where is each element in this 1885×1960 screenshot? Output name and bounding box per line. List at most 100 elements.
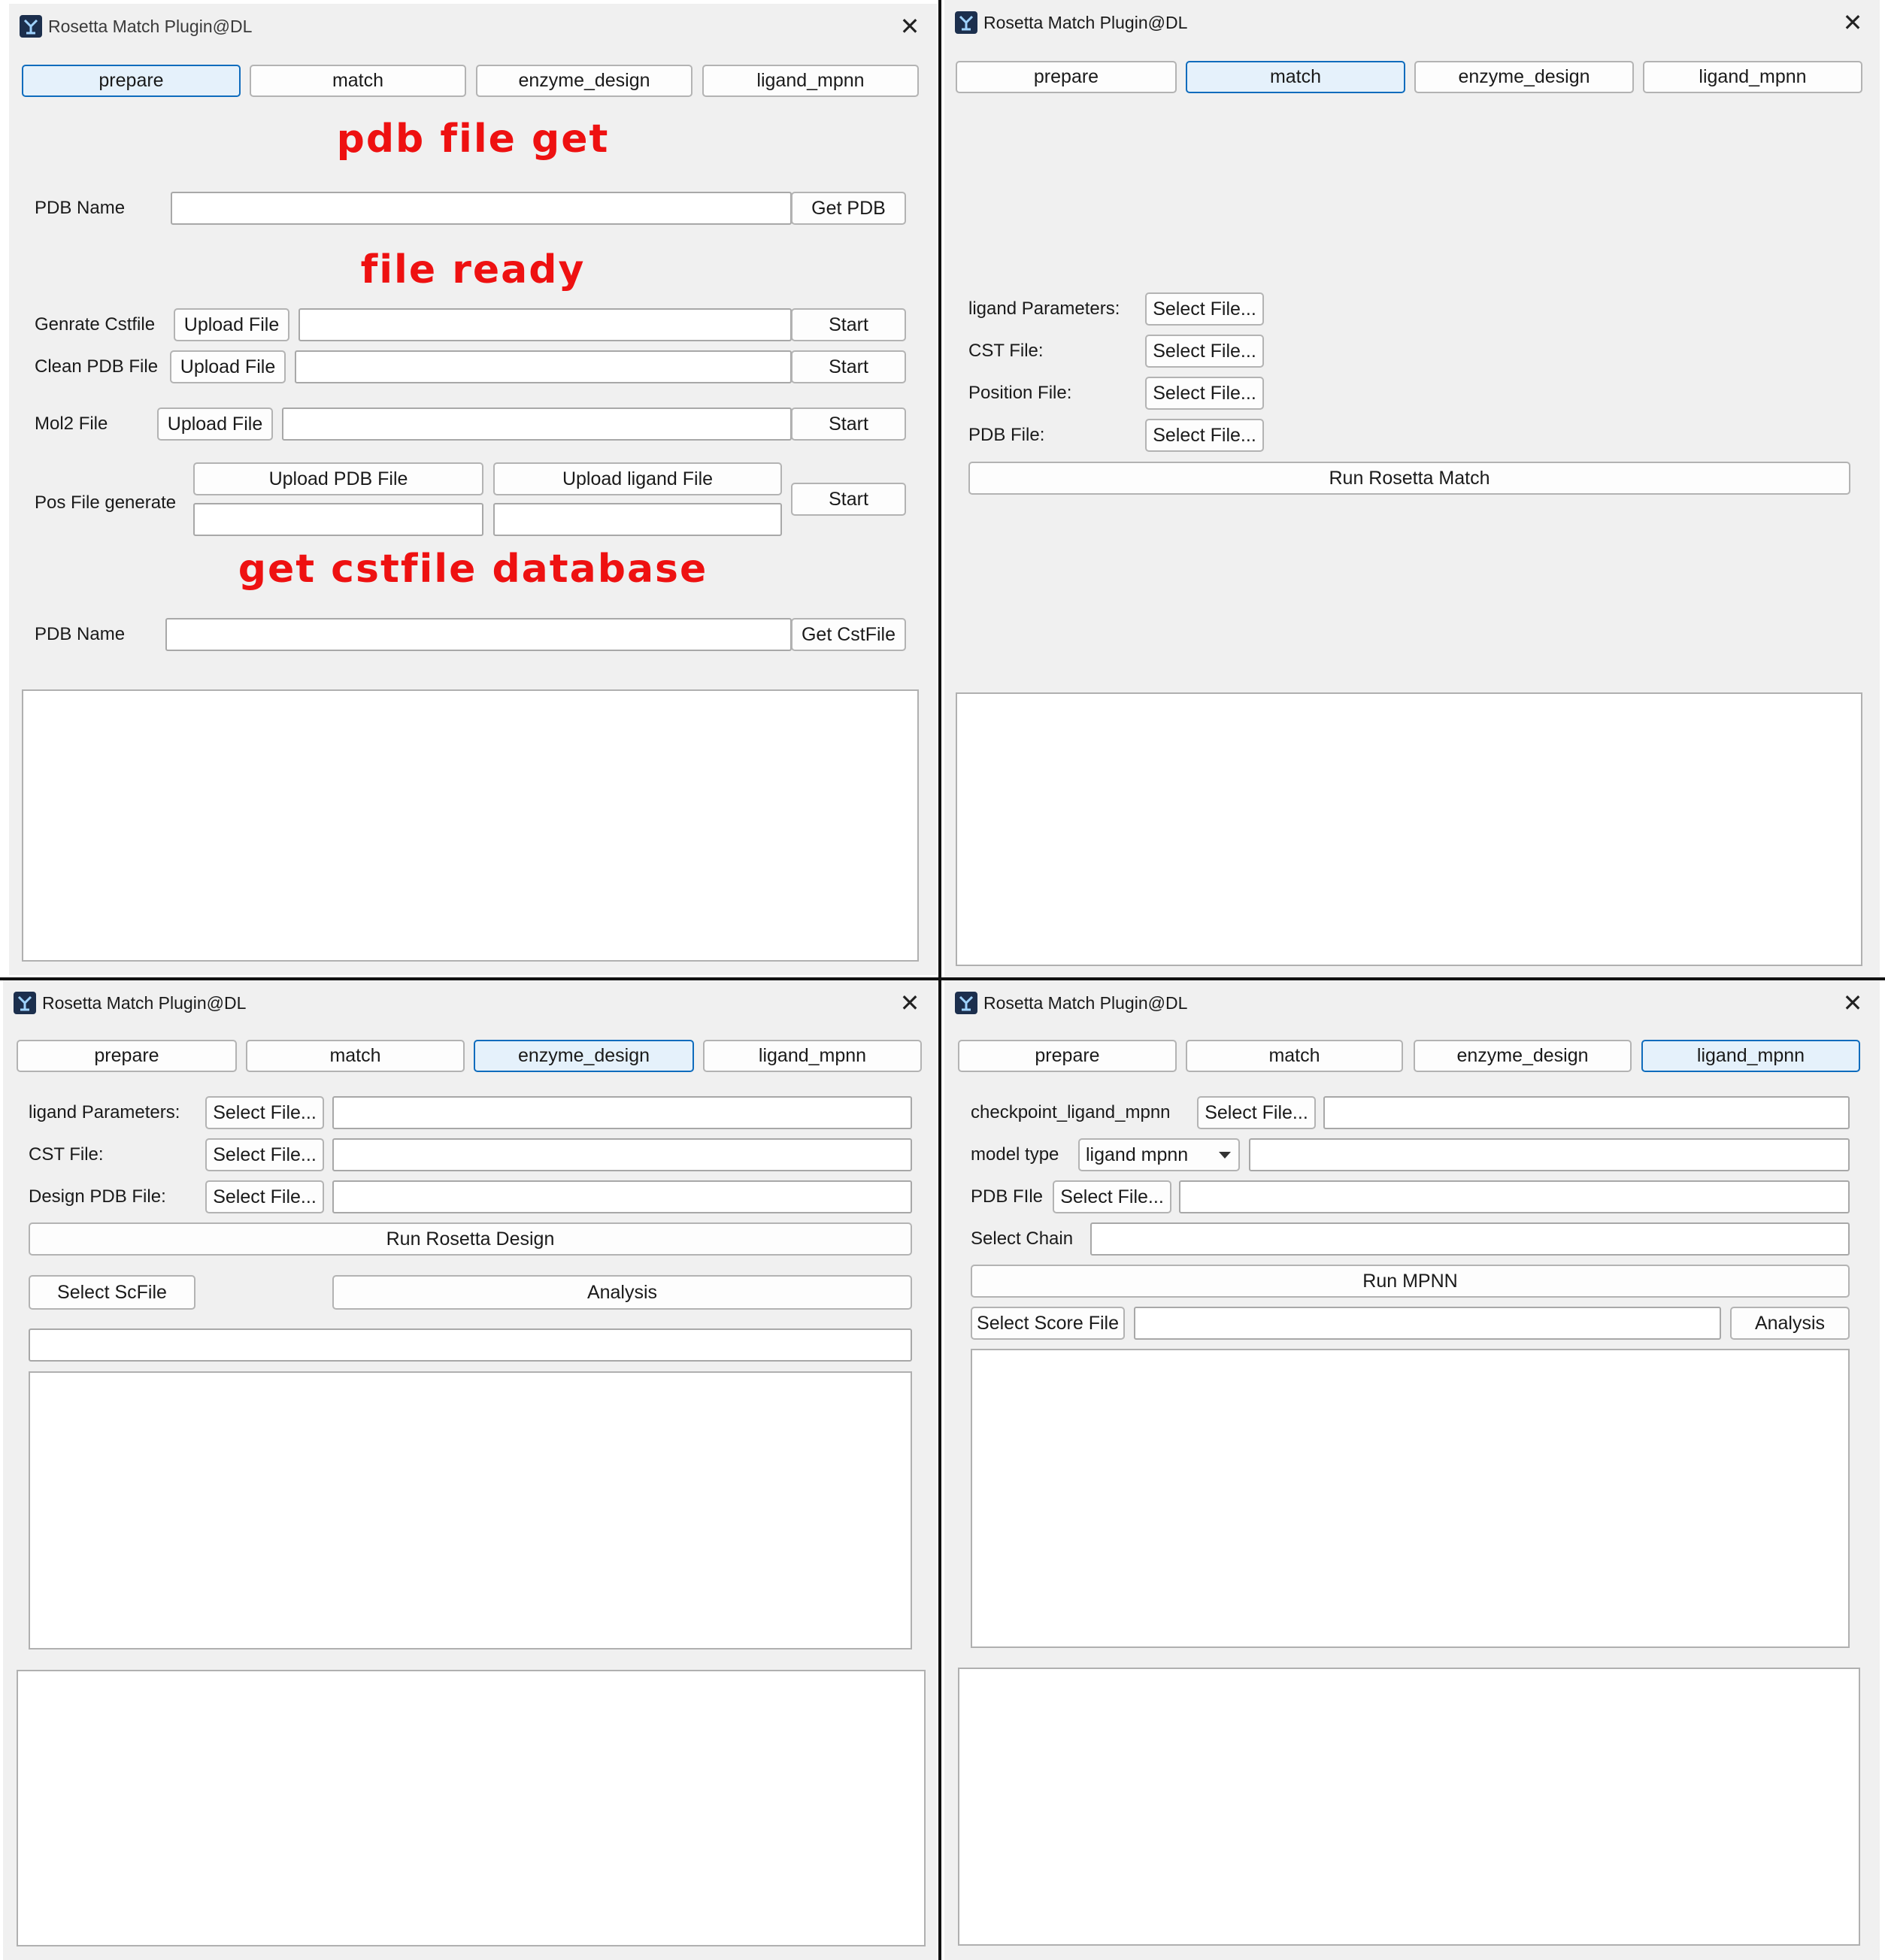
ligand-params-label: ligand Parameters: bbox=[29, 1102, 180, 1122]
close-icon[interactable]: ✕ bbox=[1839, 980, 1866, 1025]
cst-file-select-button[interactable]: Select File... bbox=[1145, 335, 1264, 368]
app-icon bbox=[14, 992, 36, 1014]
get-cstfile-button[interactable]: Get CstFile bbox=[791, 618, 906, 651]
upload-ligand-file-button[interactable]: Upload ligand File bbox=[493, 462, 782, 495]
select-score-file-button[interactable]: Select Score File bbox=[971, 1307, 1125, 1340]
close-icon[interactable]: ✕ bbox=[896, 4, 923, 49]
app-icon bbox=[955, 11, 977, 34]
checkpoint-input[interactable] bbox=[1323, 1096, 1850, 1129]
get-pdb-button[interactable]: Get PDB bbox=[791, 192, 906, 225]
model-type-label: model type bbox=[971, 1144, 1059, 1165]
pdb-file-label: PDB FIle bbox=[971, 1186, 1044, 1207]
model-type-input[interactable] bbox=[1249, 1138, 1850, 1171]
clean-pdb-start-button[interactable]: Start bbox=[791, 350, 906, 383]
close-icon[interactable]: ✕ bbox=[896, 980, 923, 1025]
cst-file-label: CST File: bbox=[968, 341, 1044, 361]
tab-enzyme-design[interactable]: enzyme_design bbox=[1414, 1040, 1632, 1072]
analysis-output[interactable] bbox=[971, 1349, 1850, 1648]
pdb-name-label-2: PDB Name bbox=[35, 624, 126, 644]
pos-file-start-button[interactable]: Start bbox=[791, 483, 906, 516]
tab-ligand-mpnn[interactable]: ligand_mpnn bbox=[1641, 1040, 1860, 1072]
clean-pdb-input[interactable] bbox=[295, 350, 792, 383]
heading-get-cstfile-database: get cstfile database bbox=[238, 547, 708, 592]
select-chain-input[interactable] bbox=[1090, 1222, 1850, 1256]
chevron-down-icon bbox=[1219, 1152, 1231, 1159]
cst-file-input[interactable] bbox=[332, 1138, 912, 1171]
title-bar[interactable]: Rosetta Match Plugin@DL ✕ bbox=[9, 4, 937, 49]
cst-pdb-name-input[interactable] bbox=[165, 618, 792, 651]
tab-ligand-mpnn[interactable]: ligand_mpnn bbox=[703, 1040, 922, 1072]
clean-pdb-label: Clean PDB File bbox=[35, 356, 159, 377]
window-enzyme-design: Rosetta Match Plugin@DL ✕ prepare match … bbox=[3, 980, 937, 1960]
analysis-button[interactable]: Analysis bbox=[332, 1275, 912, 1310]
heading-file-ready: file ready bbox=[360, 247, 586, 292]
model-type-select[interactable]: ligand mpnn bbox=[1078, 1138, 1240, 1171]
run-rosetta-design-button[interactable]: Run Rosetta Design bbox=[29, 1222, 912, 1256]
scfile-path-input[interactable] bbox=[29, 1328, 912, 1362]
ligand-params-input[interactable] bbox=[332, 1096, 912, 1129]
pdb-file-select-button[interactable]: Select File... bbox=[1053, 1180, 1171, 1213]
tab-ligand-mpnn[interactable]: ligand_mpnn bbox=[1643, 61, 1862, 93]
position-file-label: Position File: bbox=[968, 383, 1072, 403]
score-file-input[interactable] bbox=[1134, 1307, 1721, 1340]
position-file-select-button[interactable]: Select File... bbox=[1145, 377, 1264, 410]
mol2-start-button[interactable]: Start bbox=[791, 407, 906, 441]
output-log[interactable] bbox=[956, 692, 1862, 966]
design-pdb-file-label: Design PDB File: bbox=[29, 1186, 166, 1207]
window-ligand-mpnn: Rosetta Match Plugin@DL ✕ prepare match … bbox=[944, 980, 1880, 1960]
window-prepare: Rosetta Match Plugin@DL ✕ prepare match … bbox=[9, 4, 937, 975]
pdb-file-select-button[interactable]: Select File... bbox=[1145, 419, 1264, 452]
window-match: Rosetta Match Plugin@DL ✕ prepare match … bbox=[944, 0, 1880, 977]
select-scfile-button[interactable]: Select ScFile bbox=[29, 1275, 195, 1310]
model-type-value: ligand mpnn bbox=[1086, 1144, 1189, 1165]
output-log[interactable] bbox=[22, 689, 919, 962]
ligand-params-label: ligand Parameters: bbox=[968, 298, 1120, 319]
pos-ligand-input[interactable] bbox=[493, 503, 782, 536]
tab-match[interactable]: match bbox=[1186, 1040, 1403, 1072]
pdb-file-label: PDB File: bbox=[968, 425, 1045, 445]
pdb-file-input[interactable] bbox=[1179, 1180, 1850, 1213]
title-bar[interactable]: Rosetta Match Plugin@DL ✕ bbox=[944, 0, 1880, 45]
title-bar[interactable]: Rosetta Match Plugin@DL ✕ bbox=[944, 980, 1880, 1025]
pos-pdb-input[interactable] bbox=[193, 503, 483, 536]
output-log[interactable] bbox=[17, 1670, 926, 1946]
ligand-params-select-button[interactable]: Select File... bbox=[1145, 292, 1264, 326]
cst-file-label: CST File: bbox=[29, 1144, 104, 1165]
analysis-output[interactable] bbox=[29, 1371, 912, 1649]
design-pdb-select-button[interactable]: Select File... bbox=[205, 1180, 324, 1213]
window-title: Rosetta Match Plugin@DL bbox=[42, 993, 247, 1013]
window-title: Rosetta Match Plugin@DL bbox=[983, 993, 1188, 1013]
cst-file-select-button[interactable]: Select File... bbox=[205, 1138, 324, 1171]
genrate-cstfile-label: Genrate Cstfile bbox=[35, 314, 156, 335]
genrate-cstfile-start-button[interactable]: Start bbox=[791, 308, 906, 341]
analysis-button[interactable]: Analysis bbox=[1730, 1307, 1850, 1340]
tab-match[interactable]: match bbox=[250, 65, 466, 97]
tab-ligand-mpnn[interactable]: ligand_mpnn bbox=[702, 65, 919, 97]
clean-pdb-upload-button[interactable]: Upload File bbox=[170, 350, 286, 383]
tab-prepare[interactable]: prepare bbox=[17, 1040, 237, 1072]
tab-match[interactable]: match bbox=[1186, 61, 1405, 93]
pdb-name-input[interactable] bbox=[171, 192, 792, 225]
run-rosetta-match-button[interactable]: Run Rosetta Match bbox=[968, 462, 1850, 495]
tab-prepare[interactable]: prepare bbox=[956, 61, 1177, 93]
close-icon[interactable]: ✕ bbox=[1839, 0, 1866, 45]
checkpoint-select-button[interactable]: Select File... bbox=[1197, 1096, 1316, 1129]
app-icon bbox=[20, 15, 42, 38]
run-mpnn-button[interactable]: Run MPNN bbox=[971, 1265, 1850, 1298]
tab-enzyme-design[interactable]: enzyme_design bbox=[476, 65, 692, 97]
title-bar[interactable]: Rosetta Match Plugin@DL ✕ bbox=[3, 980, 937, 1025]
genrate-cstfile-upload-button[interactable]: Upload File bbox=[174, 308, 289, 341]
tab-enzyme-design[interactable]: enzyme_design bbox=[474, 1040, 694, 1072]
output-log[interactable] bbox=[958, 1668, 1860, 1946]
mol2-upload-button[interactable]: Upload File bbox=[157, 407, 273, 441]
tab-prepare[interactable]: prepare bbox=[22, 65, 241, 97]
tab-prepare[interactable]: prepare bbox=[958, 1040, 1177, 1072]
ligand-params-select-button[interactable]: Select File... bbox=[205, 1096, 324, 1129]
design-pdb-input[interactable] bbox=[332, 1180, 912, 1213]
tab-match[interactable]: match bbox=[246, 1040, 465, 1072]
upload-pdb-file-button[interactable]: Upload PDB File bbox=[193, 462, 483, 495]
tab-enzyme-design[interactable]: enzyme_design bbox=[1414, 61, 1634, 93]
heading-pdb-file-get: pdb file get bbox=[336, 117, 610, 162]
genrate-cstfile-input[interactable] bbox=[299, 308, 792, 341]
mol2-input[interactable] bbox=[282, 407, 792, 441]
